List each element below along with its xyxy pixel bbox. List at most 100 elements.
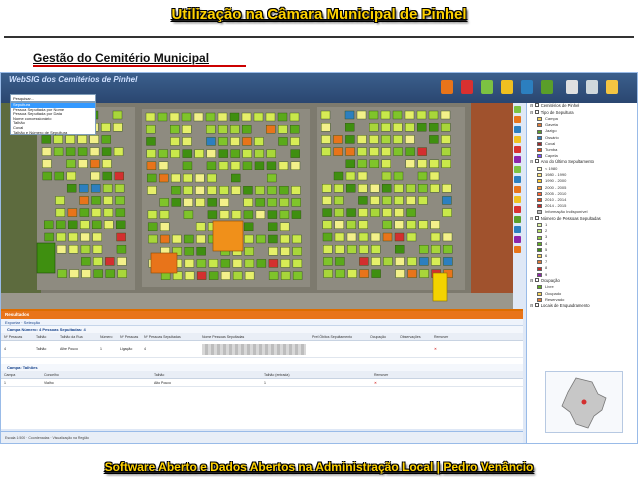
grave-plot[interactable]: [170, 125, 180, 134]
pdf-tool-icon[interactable]: [461, 80, 473, 94]
grave-plot[interactable]: [103, 208, 114, 217]
grave-plot[interactable]: [382, 220, 392, 230]
column-header[interactable]: Observações: [397, 333, 431, 340]
grave-plot[interactable]: [430, 220, 440, 230]
grave-plot[interactable]: [229, 112, 240, 122]
grave-plot[interactable]: [66, 159, 76, 168]
grave-plot[interactable]: [405, 123, 415, 132]
grave-plot[interactable]: [244, 271, 255, 280]
grave-plot[interactable]: [278, 137, 288, 146]
grave-plot[interactable]: [159, 222, 170, 232]
grave-plot[interactable]: [268, 234, 278, 244]
grave-plot[interactable]: [382, 196, 392, 205]
grave-plot[interactable]: [146, 173, 157, 183]
grave-plot[interactable]: [359, 257, 369, 266]
grave-plot[interactable]: [171, 185, 181, 195]
checkbox-icon[interactable]: [534, 215, 539, 220]
grave-plot[interactable]: [394, 220, 404, 230]
grave-plot[interactable]: [345, 171, 356, 181]
grave-plot[interactable]: [394, 183, 404, 193]
grave-plot[interactable]: [291, 198, 301, 207]
grave-plot[interactable]: [416, 110, 427, 120]
grave-plot[interactable]: [184, 271, 195, 280]
grave-plot[interactable]: [334, 232, 345, 242]
grave-plot[interactable]: [113, 123, 123, 132]
grave-plot[interactable]: [291, 210, 302, 219]
grave-plot[interactable]: [80, 232, 90, 242]
grave-plot[interactable]: [279, 198, 289, 207]
grave-plot[interactable]: [394, 232, 405, 242]
print-tool-icon[interactable]: [501, 80, 513, 94]
grave-plot[interactable]: [242, 137, 252, 146]
grave-plot[interactable]: [381, 123, 391, 132]
grave-plot[interactable]: [148, 234, 158, 244]
grave-plot[interactable]: [430, 183, 440, 193]
grave-plot[interactable]: [91, 196, 101, 205]
grave-plot[interactable]: [90, 171, 101, 181]
grave-plot[interactable]: [184, 246, 194, 256]
grave-plot[interactable]: [280, 259, 291, 268]
grave-plot[interactable]: [344, 110, 355, 120]
grave-plot[interactable]: [429, 135, 439, 144]
grave-plot[interactable]: [170, 149, 180, 158]
grave-plot[interactable]: [243, 210, 254, 219]
grave-plot[interactable]: [333, 147, 343, 156]
grave-plot[interactable]: [369, 147, 379, 156]
grave-plot[interactable]: [393, 147, 403, 156]
grave-plot[interactable]: [93, 257, 103, 266]
grave-plot[interactable]: [382, 208, 392, 217]
grave-plot[interactable]: [255, 198, 265, 207]
grave-plot[interactable]: [290, 161, 301, 170]
overview-minimap[interactable]: [545, 371, 623, 433]
help-tool-icon[interactable]: [606, 80, 618, 94]
grave-plot[interactable]: [146, 161, 157, 170]
grave-plot[interactable]: [68, 244, 79, 254]
clear-icon[interactable]: [514, 206, 521, 213]
grave-plot[interactable]: [345, 135, 355, 144]
grave-plot[interactable]: [36, 242, 56, 274]
grave-plot[interactable]: [290, 149, 300, 158]
grave-plot[interactable]: [289, 112, 300, 122]
grave-plot[interactable]: [278, 161, 289, 170]
zoom-out-icon[interactable]: [514, 116, 521, 123]
grave-plot[interactable]: [90, 183, 101, 193]
grave-plot[interactable]: [90, 159, 100, 168]
column-header[interactable]: Nº Pessoas Sepultadas: [141, 333, 199, 340]
grave-plot[interactable]: [66, 183, 77, 193]
grave-plot[interactable]: [334, 208, 344, 217]
grave-plot[interactable]: [395, 257, 405, 266]
grave-plot[interactable]: [89, 147, 100, 156]
table-row[interactable]: 1 Vialho Alto Pouco 1 ✕: [1, 379, 523, 387]
grave-plot[interactable]: [147, 222, 158, 232]
grave-plot[interactable]: [244, 259, 255, 268]
grave-plot[interactable]: [68, 220, 78, 230]
grave-plot[interactable]: [57, 269, 67, 278]
grave-plot[interactable]: [53, 135, 63, 144]
grave-plot[interactable]: [292, 246, 302, 256]
grave-plot[interactable]: [113, 147, 124, 156]
grave-plot[interactable]: [321, 123, 331, 132]
grave-plot[interactable]: [432, 272, 448, 302]
grave-plot[interactable]: [65, 135, 75, 144]
grave-plot[interactable]: [254, 149, 264, 158]
grave-plot[interactable]: [146, 149, 156, 158]
grave-plot[interactable]: [54, 171, 64, 181]
grave-plot[interactable]: [428, 110, 439, 120]
grave-plot[interactable]: [279, 210, 290, 219]
table-row[interactable]: 4 Talhão Alhe Pouco 1 Ligação 4 ✕: [1, 341, 523, 358]
grave-plot[interactable]: [184, 259, 195, 268]
grave-plot[interactable]: [406, 220, 416, 230]
grave-plot[interactable]: [381, 147, 391, 156]
grave-plot[interactable]: [266, 149, 276, 158]
grave-plot[interactable]: [219, 198, 229, 207]
grave-plot[interactable]: [441, 123, 451, 132]
grave-plot[interactable]: [292, 234, 302, 244]
grave-plot[interactable]: [346, 232, 357, 242]
coordinates-icon[interactable]: [514, 226, 521, 233]
grave-plot[interactable]: [394, 196, 404, 205]
grave-plot[interactable]: [381, 159, 391, 168]
grave-plot[interactable]: [193, 112, 204, 122]
grave-plot[interactable]: [196, 259, 207, 268]
grave-plot[interactable]: [347, 269, 357, 278]
grave-plot[interactable]: [230, 173, 241, 183]
